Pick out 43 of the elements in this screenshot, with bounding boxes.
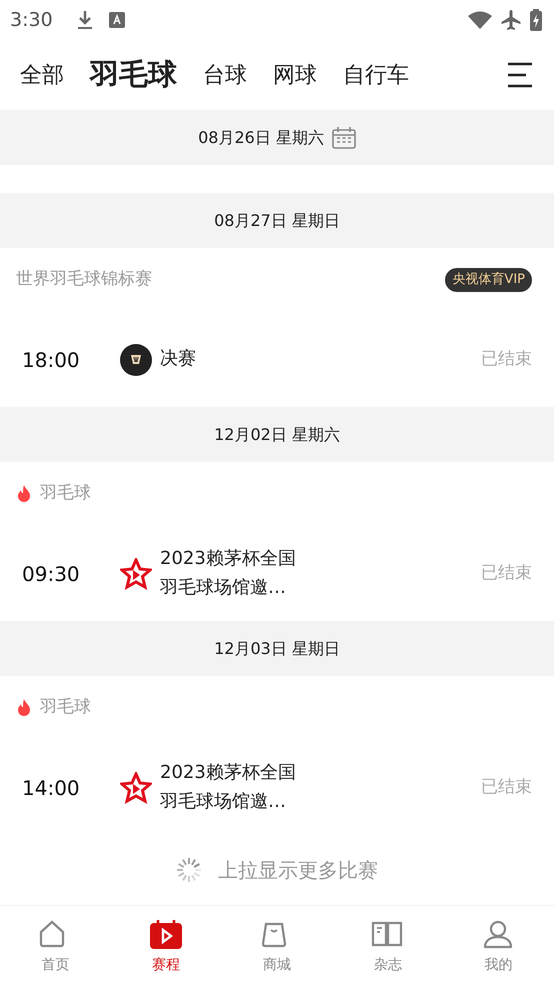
load-more-text: 上拉显示更多比赛: [218, 857, 378, 884]
battery-icon: [530, 9, 542, 31]
star-logo: [120, 772, 152, 804]
date-header: 12月03日 星期日: [214, 638, 340, 660]
date-header: 12月02日 星期六: [214, 424, 340, 446]
league-name: 世界羽毛球锦标赛: [16, 268, 152, 292]
category-tab[interactable]: 网球: [273, 58, 317, 92]
match-title: 2023赖茅杯全国羽毛球场馆邀…: [160, 546, 297, 600]
status-time: 3:30: [10, 8, 53, 33]
category-tab[interactable]: 自行车: [343, 58, 409, 92]
keyboard-icon: [108, 12, 125, 28]
nav-tab[interactable]: 赛程: [131, 919, 202, 976]
flame-icon: [16, 485, 32, 503]
team-logo: [120, 344, 152, 376]
match-time: 14:00: [22, 774, 81, 802]
match-status: 已结束: [481, 776, 532, 799]
league-name: 羽毛球: [40, 696, 91, 720]
vip-badge: 央视体育VIP: [445, 268, 532, 292]
airplane-icon: [500, 9, 522, 31]
nav-tab[interactable]: 杂志: [352, 919, 423, 976]
category-tab[interactable]: 羽毛球: [90, 53, 177, 97]
star-logo: [120, 558, 152, 590]
nav-tab[interactable]: 首页: [20, 919, 90, 976]
wifi-icon: [468, 11, 492, 29]
date-header: 08月27日 星期日: [214, 210, 340, 232]
date-header: 08月26日 星期六: [198, 126, 324, 148]
match-time: 09:30: [22, 560, 81, 588]
nav-tab[interactable]: 商城: [242, 919, 312, 976]
nav-tab[interactable]: 我的: [464, 919, 534, 976]
match-title: 2023赖茅杯全国羽毛球场馆邀…: [160, 760, 297, 814]
menu-icon[interactable]: [506, 61, 534, 89]
download-icon: [76, 10, 93, 30]
league-name: 羽毛球: [40, 482, 91, 506]
match-status: 已结束: [481, 562, 532, 585]
schedule-icon: [149, 919, 184, 951]
match-title: 决赛: [160, 347, 196, 372]
calendar-icon[interactable]: [332, 126, 356, 148]
match-time: 18:00: [22, 346, 81, 374]
category-tab[interactable]: 台球: [203, 58, 247, 92]
category-tab[interactable]: 全部: [20, 58, 64, 92]
flame-icon: [16, 699, 32, 717]
loading-spinner-icon: [176, 857, 202, 883]
match-status: 已结束: [481, 348, 532, 371]
